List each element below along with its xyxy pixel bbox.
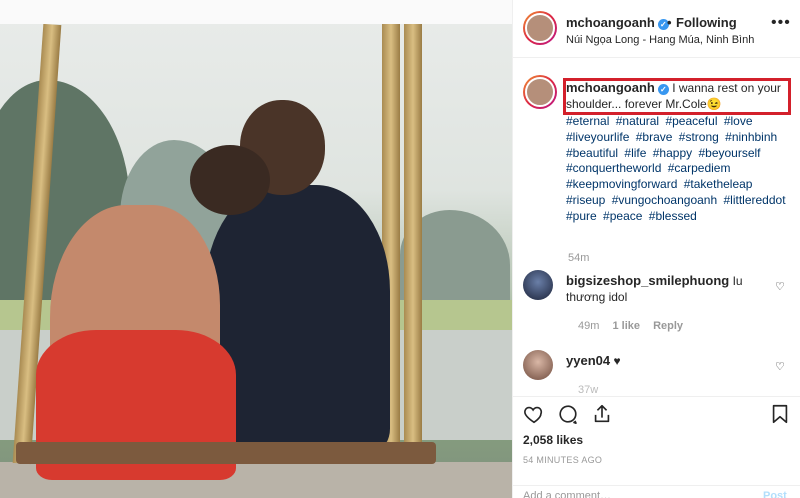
hashtag-link[interactable]: #happy [653, 146, 692, 160]
post-actions: 2,058 likes 54 MINUTES AGO Add a comment… [513, 396, 800, 498]
caption-time: 54m [568, 252, 590, 264]
avatar[interactable] [523, 350, 553, 380]
comment-text-block: bigsizeshop_smilephuong Iu thương idol [566, 273, 766, 305]
photo-woman-head [190, 145, 270, 215]
hashtag-link[interactable]: #beautiful [566, 146, 618, 160]
share-icon[interactable] [591, 403, 613, 425]
following-button[interactable]: Following [676, 15, 737, 30]
hashtag-link[interactable]: #littlereddot [723, 193, 785, 207]
heart-icon[interactable]: ♡ [775, 360, 785, 373]
hashtag-link[interactable]: #love [724, 114, 753, 128]
comment-time: 49m [578, 320, 600, 332]
comment-text-block: yyen04 ♥ [566, 353, 766, 369]
comment-text: ♥ [613, 354, 621, 368]
comment-meta: 49m 1 like Reply [578, 320, 683, 332]
hashtag-link[interactable]: #strong [679, 130, 719, 144]
hashtag-link[interactable]: #natural [616, 114, 659, 128]
photo-bamboo-pole [404, 24, 422, 454]
comment-time: 37w [578, 384, 599, 396]
avatar[interactable] [523, 75, 557, 109]
hashtag-list: #eternal #natural #peaceful #love #livey… [566, 114, 791, 225]
photo-swing-seat [16, 442, 436, 464]
hashtag-link[interactable]: #liveyourlife [566, 130, 629, 144]
hashtag-link[interactable]: #keepmovingforward [566, 177, 677, 191]
hashtag-link[interactable]: #eternal [566, 114, 609, 128]
heart-icon[interactable]: ♡ [775, 280, 785, 293]
post-photo[interactable] [0, 0, 512, 498]
add-comment-bar: Add a comment… Post [513, 485, 800, 498]
location-link[interactable]: Núi Ngọa Long - Hang Múa, Ninh Bình [566, 34, 754, 46]
header-username[interactable]: mchoangoanh ✓ [566, 15, 669, 30]
avatar[interactable] [523, 11, 557, 45]
hashtag-link[interactable]: #brave [636, 130, 673, 144]
likes-count[interactable]: 2,058 likes [523, 433, 583, 447]
post-header: mchoangoanh ✓ • Following Núi Ngọa Long -… [513, 0, 800, 58]
post-side-panel: mchoangoanh ✓ • Following Núi Ngọa Long -… [512, 0, 800, 498]
post-time-ago: 54 MINUTES AGO [523, 455, 603, 465]
reply-button[interactable]: Reply [653, 320, 683, 332]
hashtag-link[interactable]: #peaceful [665, 114, 717, 128]
hashtag-link[interactable]: #blessed [649, 209, 697, 223]
hashtag-link[interactable]: #taketheleap [684, 177, 753, 191]
hashtag-link[interactable]: #riseup [566, 193, 605, 207]
bookmark-icon[interactable] [769, 403, 791, 425]
comment-likes[interactable]: 1 like [612, 320, 640, 332]
add-comment-input[interactable]: Add a comment… [523, 490, 611, 498]
hashtag-link[interactable]: #pure [566, 209, 597, 223]
hashtag-link[interactable]: #beyourself [698, 146, 760, 160]
heart-icon[interactable] [523, 403, 545, 425]
highlight-box [563, 78, 791, 115]
hashtag-link[interactable]: #peace [603, 209, 642, 223]
more-horizontal-icon[interactable]: ••• [771, 14, 791, 32]
hashtag-link[interactable]: #vungochoangoanh [612, 193, 717, 207]
avatar[interactable] [523, 270, 553, 300]
hashtag-link[interactable]: #conquertheworld [566, 161, 661, 175]
hashtag-link[interactable]: #ninhbinh [725, 130, 777, 144]
comment-username[interactable]: bigsizeshop_smilephuong [566, 273, 729, 288]
hashtag-link[interactable]: #life [624, 146, 646, 160]
photo-top-strip [0, 0, 512, 24]
hashtag-link[interactable]: #carpediem [668, 161, 731, 175]
separator-dot: • [667, 15, 672, 30]
comment-icon[interactable] [557, 403, 579, 425]
post-button[interactable]: Post [763, 490, 787, 498]
comment-username[interactable]: yyen04 [566, 353, 610, 368]
